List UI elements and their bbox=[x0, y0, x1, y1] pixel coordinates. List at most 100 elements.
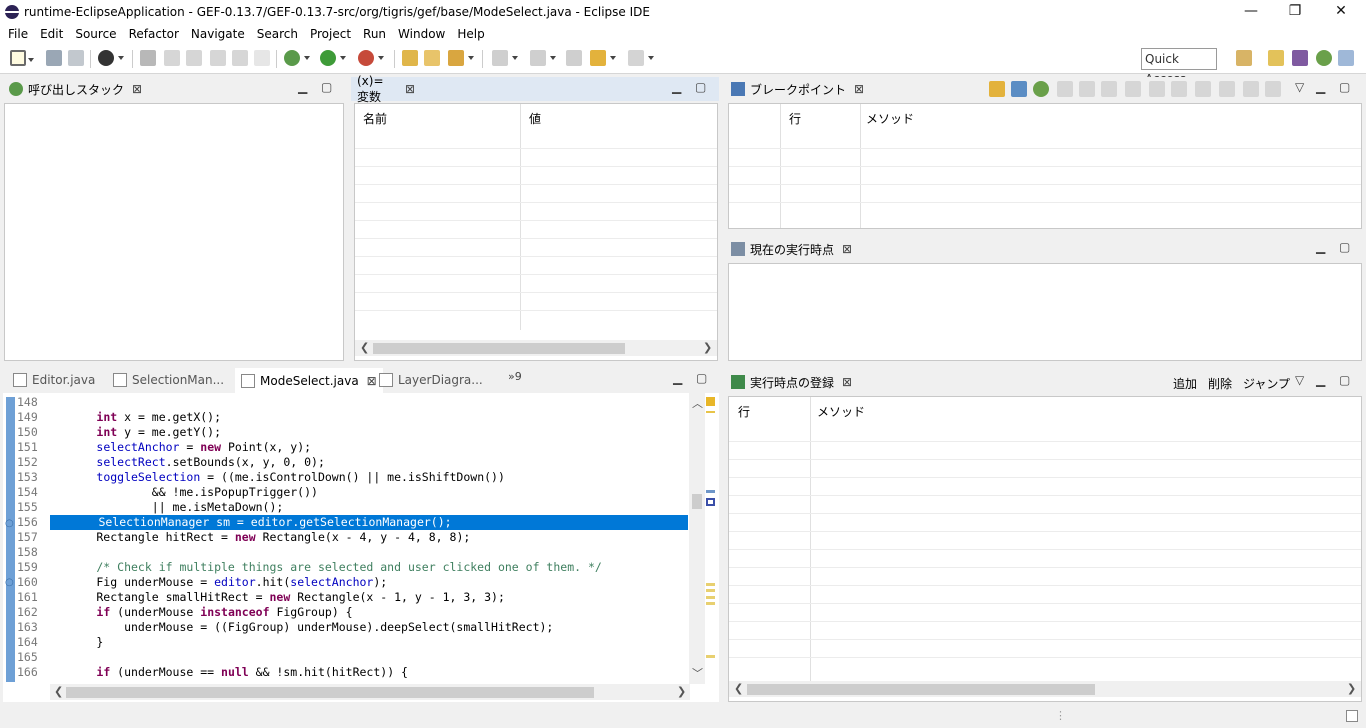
debug-icon[interactable] bbox=[284, 50, 310, 66]
maximize-view-button[interactable]: ▢ bbox=[1339, 80, 1350, 94]
code-line[interactable]: Fig underMouse = editor.hit(selectAnchor… bbox=[41, 575, 387, 590]
column-header-method[interactable]: メソッド bbox=[866, 110, 914, 127]
minimize-view-button[interactable]: ▁ bbox=[1316, 240, 1325, 254]
vertical-scrollbar[interactable]: ︿ ﹀ bbox=[689, 393, 705, 684]
delete-button[interactable]: 削除 bbox=[1208, 375, 1232, 392]
code-line[interactable]: if (underMouse instanceof FigGroup) { bbox=[41, 605, 352, 620]
tab-layerdiagram[interactable]: LayerDiagra... bbox=[373, 368, 489, 392]
save-all-icon[interactable] bbox=[68, 50, 84, 66]
minimize-view-button[interactable]: ▁ bbox=[298, 80, 307, 94]
horizontal-scrollbar[interactable]: ❮ ❯ bbox=[50, 684, 690, 700]
maximize-view-button[interactable]: ▢ bbox=[1339, 373, 1350, 387]
minimize-button[interactable]: — bbox=[1228, 0, 1274, 24]
drop-frame-icon[interactable] bbox=[1195, 81, 1211, 97]
step-filter-icon[interactable] bbox=[210, 50, 226, 66]
run-icon[interactable] bbox=[320, 50, 346, 66]
tab-modeselect[interactable]: ModeSelect.java ⊠ bbox=[235, 368, 383, 393]
custom-perspective-icon[interactable] bbox=[1338, 50, 1354, 66]
minimize-view-button[interactable]: ▁ bbox=[673, 371, 682, 385]
step-into-icon[interactable] bbox=[1057, 81, 1073, 97]
resume-icon[interactable] bbox=[1171, 81, 1187, 97]
filter-icon[interactable] bbox=[1265, 81, 1281, 97]
jump-button[interactable]: ジャンプ bbox=[1243, 375, 1290, 392]
fast-view-icon[interactable] bbox=[1346, 710, 1358, 722]
tab-breakpoints[interactable]: ブレークポイント ⊠ bbox=[725, 77, 871, 101]
menu-navigate[interactable]: Navigate bbox=[185, 27, 251, 41]
open-icon[interactable] bbox=[989, 81, 1005, 97]
column-header-line[interactable]: 行 bbox=[789, 110, 801, 127]
code-line[interactable]: } bbox=[41, 635, 103, 650]
code-line[interactable]: selectAnchor = new Point(x, y); bbox=[41, 440, 311, 455]
code-line[interactable]: toggleSelection = ((me.isControlDown() |… bbox=[41, 470, 505, 485]
tab-current-point[interactable]: 現在の実行時点 ⊠ bbox=[725, 237, 859, 261]
tab-editor-java[interactable]: Editor.java bbox=[7, 368, 101, 392]
tab-callstack[interactable]: 呼び出しスタック ⊠ bbox=[3, 77, 149, 101]
column-header-line[interactable]: 行 bbox=[738, 403, 750, 420]
next-annotation-icon[interactable] bbox=[492, 50, 518, 66]
resource-perspective-icon[interactable] bbox=[1268, 50, 1284, 66]
block-icon[interactable] bbox=[232, 50, 248, 66]
back-icon[interactable] bbox=[590, 50, 616, 66]
minimize-view-button[interactable]: ▁ bbox=[672, 80, 681, 94]
column-header-method[interactable]: メソッド bbox=[817, 403, 865, 420]
code-line[interactable]: if (underMouse == null && !sm.hit(hitRec… bbox=[41, 665, 408, 680]
account-icon[interactable] bbox=[98, 50, 124, 66]
scrollbar-thumb[interactable] bbox=[692, 494, 702, 509]
step-return-icon[interactable] bbox=[1101, 81, 1117, 97]
scrollbar-thumb[interactable] bbox=[747, 684, 1095, 695]
restore-button[interactable]: ❐ bbox=[1272, 0, 1318, 24]
maximize-view-button[interactable]: ▢ bbox=[695, 80, 706, 94]
code-line[interactable]: SelectionManager sm = editor.getSelectio… bbox=[50, 515, 688, 530]
close-tab-icon[interactable]: ⊠ bbox=[405, 82, 415, 96]
menu-source[interactable]: Source bbox=[69, 27, 122, 41]
code-editor[interactable]: 148 149 int x = me.getX(); 150 int y = me.… bbox=[3, 393, 719, 702]
breakpoint-marker-icon[interactable]: ○ bbox=[5, 577, 14, 588]
horizontal-scrollbar[interactable]: ❮ ❯ bbox=[729, 681, 1361, 697]
close-tab-icon[interactable]: ⊠ bbox=[842, 242, 852, 256]
tab-selectionmanager[interactable]: SelectionMan... bbox=[107, 368, 230, 392]
pilcrow-icon[interactable] bbox=[254, 50, 270, 66]
step-back-icon[interactable] bbox=[1125, 81, 1141, 97]
new-icon[interactable] bbox=[10, 50, 34, 66]
code-line[interactable]: || me.isMetaDown(); bbox=[41, 500, 284, 515]
code-line[interactable]: Rectangle smallHitRect = new Rectangle(x… bbox=[41, 590, 505, 605]
add-button[interactable]: 追加 bbox=[1173, 375, 1197, 392]
close-tab-icon[interactable]: ⊠ bbox=[842, 375, 852, 389]
maximize-view-button[interactable]: ▢ bbox=[696, 371, 707, 385]
tab-variables[interactable]: (x)= 変数 ⊠ bbox=[351, 74, 421, 104]
link-icon[interactable] bbox=[1011, 81, 1027, 97]
breakpoint-marker-icon[interactable]: ○ bbox=[5, 518, 14, 529]
quick-access-input[interactable]: Quick Access bbox=[1141, 48, 1217, 86]
step-over-icon[interactable] bbox=[1079, 81, 1095, 97]
undo-icon[interactable] bbox=[1219, 81, 1235, 97]
scrollbar-thumb[interactable] bbox=[66, 687, 594, 698]
close-button[interactable]: ✕ bbox=[1318, 0, 1364, 24]
view-menu-icon[interactable]: ▽ bbox=[1295, 373, 1304, 387]
debug-perspective-icon[interactable] bbox=[1316, 50, 1332, 66]
stop-icon[interactable] bbox=[1149, 81, 1165, 97]
tab-overflow-button[interactable]: »9 bbox=[508, 370, 522, 383]
tab-registry[interactable]: 実行時点の登録 ⊠ bbox=[725, 370, 859, 394]
menu-window[interactable]: Window bbox=[392, 27, 451, 41]
maximize-view-button[interactable]: ▢ bbox=[1339, 240, 1350, 254]
java-perspective-icon[interactable] bbox=[1292, 50, 1308, 66]
menu-search[interactable]: Search bbox=[251, 27, 304, 41]
minimize-view-button[interactable]: ▁ bbox=[1316, 373, 1325, 387]
toggle-breakpoint-icon[interactable] bbox=[140, 50, 156, 66]
code-line[interactable]: underMouse = ((FigGroup) underMouse).dee… bbox=[41, 620, 553, 635]
run-external-icon[interactable] bbox=[358, 50, 384, 66]
code-line[interactable]: Rectangle hitRect = new Rectangle(x - 4,… bbox=[41, 530, 470, 545]
menu-run[interactable]: Run bbox=[357, 27, 392, 41]
skip-breakpoints-icon[interactable] bbox=[164, 50, 180, 66]
column-header-name[interactable]: 名前 bbox=[363, 110, 387, 127]
last-edit-icon[interactable] bbox=[566, 50, 582, 66]
open-folder-icon[interactable] bbox=[424, 50, 440, 66]
close-tab-icon[interactable]: ⊠ bbox=[132, 82, 142, 96]
column-header-value[interactable]: 値 bbox=[529, 110, 541, 127]
menu-project[interactable]: Project bbox=[304, 27, 357, 41]
code-line[interactable]: && !me.isPopupTrigger()) bbox=[41, 485, 318, 500]
minimize-view-button[interactable]: ▁ bbox=[1316, 80, 1325, 94]
code-line[interactable]: int x = me.getX(); bbox=[41, 410, 221, 425]
view-menu-icon[interactable]: ▽ bbox=[1295, 80, 1304, 94]
menu-file[interactable]: File bbox=[2, 27, 34, 41]
